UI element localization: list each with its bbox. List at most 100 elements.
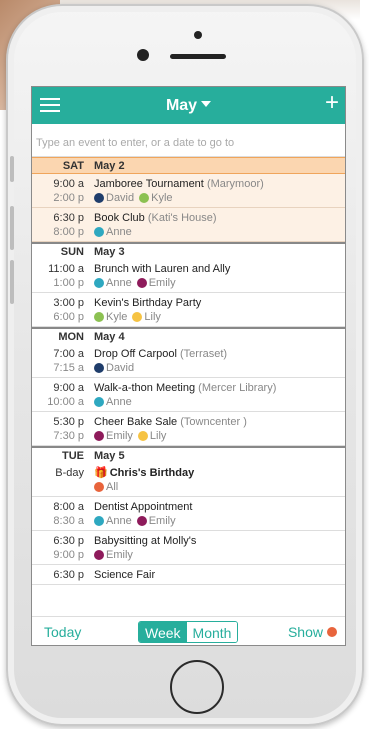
month-selector[interactable]: May [32, 97, 345, 115]
header-bar: May + [32, 87, 345, 124]
attendee-color-dot [137, 431, 148, 441]
attendee: David [94, 361, 134, 375]
attendee: Lily [132, 310, 161, 324]
mute-switch [10, 156, 14, 182]
attendee-list: Anne Emily [94, 276, 230, 290]
event-start-time: 8:00 a [53, 501, 84, 513]
attendee-name: Emily [106, 430, 133, 442]
add-event-icon[interactable]: + [325, 91, 339, 115]
event-end-time: 9:00 p [53, 549, 84, 561]
attendee-list: David Kyle [94, 191, 264, 205]
event-row[interactable]: 11:00 a 1:00 p Brunch with Lauren and Ally… [32, 259, 345, 293]
attendee-list: Emily [94, 548, 196, 562]
event-times: 9:00 a 2:00 p [32, 177, 84, 205]
event-row[interactable]: 6:30 p Science Fair [32, 565, 345, 585]
event-body: Book Club (Kati's House) Anne [94, 211, 217, 239]
event-row[interactable]: B-day 🎁 Chris's Birthday All [32, 463, 345, 497]
volume-down-button [10, 260, 14, 304]
chevron-down-icon [201, 101, 212, 107]
attendee-name: David [106, 362, 135, 374]
week-view-button[interactable]: Week [139, 622, 187, 642]
event-start-time: 6:30 p [53, 212, 84, 224]
event-title: Science Fair [94, 569, 156, 581]
show-label: Show [287, 624, 323, 640]
event-title-line: Cheer Bake Sale (Towncenter ) [94, 415, 247, 429]
event-times: 7:00 a 7:15 a [32, 347, 84, 375]
event-title: Brunch with Lauren and Ally [94, 263, 231, 275]
attendee-color-dot [94, 431, 104, 441]
attendee-name: Anne [106, 396, 132, 408]
attendee-color-dot [94, 363, 104, 373]
day-date: May 3 [94, 245, 125, 258]
event-start-time: 6:30 p [53, 569, 84, 581]
event-location: (Terraset) [180, 348, 228, 360]
event-end-time: 8:00 p [53, 226, 84, 238]
attendee-color-dot [94, 397, 104, 407]
attendee: Anne [94, 395, 132, 409]
event-times: B-day [32, 466, 84, 494]
event-title-line: Dentist Appointment [94, 500, 192, 514]
month-view-button[interactable]: Month [186, 622, 238, 642]
filter-color-dot [327, 627, 337, 637]
event-times: 6:30 p 8:00 p [32, 211, 84, 239]
volume-up-button [10, 206, 14, 250]
event-end-time: 6:00 p [53, 311, 84, 323]
event-start-time: 6:30 p [53, 535, 84, 547]
today-button[interactable]: Today [44, 624, 81, 640]
attendee: Emily [136, 514, 176, 528]
attendee-name: Kyle [106, 311, 128, 323]
event-start-time: 3:00 p [53, 297, 84, 309]
event-end-time: 7:30 p [53, 430, 84, 442]
attendee-list: Emily Lily [94, 429, 247, 443]
event-row[interactable]: 3:00 p 6:00 p Kevin's Birthday Party Kyle L… [32, 293, 345, 327]
event-start-time: B-day [55, 467, 84, 479]
day-header: TUE May 5 [32, 446, 345, 463]
attendee-color-dot [94, 550, 104, 560]
attendee: Anne [94, 514, 132, 528]
event-search-input[interactable] [36, 137, 341, 149]
event-location: (Kati's House) [147, 212, 217, 224]
event-row[interactable]: 6:30 p 9:00 p Babysitting at Molly's Emily [32, 531, 345, 565]
event-location: (Towncenter ) [180, 416, 247, 428]
event-title: Kevin's Birthday Party [94, 297, 202, 309]
event-start-time: 9:00 a [53, 178, 84, 190]
search-bar [32, 124, 345, 157]
day-name: MON [58, 330, 84, 343]
month-title: May [165, 97, 198, 114]
attendee-list: Anne [94, 395, 276, 409]
attendee-list: David [94, 361, 227, 375]
event-row[interactable]: 9:00 a 2:00 p Jamboree Tournament (Marymoo… [32, 174, 345, 208]
attendee: Anne [94, 225, 132, 239]
event-end-time: 8:30 a [53, 515, 84, 527]
attendee-name: Anne [106, 515, 132, 527]
event-title-line: Babysitting at Molly's [94, 534, 196, 548]
attendee-color-dot [94, 278, 104, 288]
event-title: Cheer Bake Sale [94, 416, 178, 428]
proximity-sensor [194, 31, 202, 39]
home-button[interactable] [170, 660, 224, 714]
attendee-list: Anne Emily [94, 514, 192, 528]
event-row[interactable]: 6:30 p 8:00 p Book Club (Kati's House) Anne [32, 208, 345, 242]
gift-icon: 🎁 [94, 467, 108, 479]
attendee-name: Kyle [151, 192, 173, 204]
show-filter-button[interactable]: Show [288, 624, 337, 640]
event-title: Drop Off Carpool [94, 348, 177, 360]
attendee-color-dot [94, 193, 104, 203]
attendee-color-dot [136, 516, 147, 526]
attendee-color-dot [94, 516, 104, 526]
view-toggle: Week Month [138, 621, 239, 643]
event-body: Cheer Bake Sale (Towncenter ) Emily Lily [94, 415, 247, 443]
event-start-time: 11:00 a [48, 263, 84, 275]
event-row[interactable]: 7:00 a 7:15 a Drop Off Carpool (Terraset) D… [32, 344, 345, 378]
event-title: Jamboree Tournament [94, 178, 204, 190]
event-end-time: 7:15 a [53, 362, 84, 374]
event-location: (Marymoor) [206, 178, 264, 190]
event-row[interactable]: 5:30 p 7:30 p Cheer Bake Sale (Towncenter … [32, 412, 345, 446]
event-body: Brunch with Lauren and Ally Anne Emily [94, 262, 230, 290]
event-title-line: Science Fair [94, 568, 155, 582]
event-row[interactable]: 9:00 a 10:00 a Walk-a-thon Meeting (Mercer… [32, 378, 345, 412]
agenda-list: SAT May 2 9:00 a 2:00 p Jamboree Tournament … [32, 157, 345, 585]
event-times: 6:30 p [32, 568, 84, 582]
attendee-color-dot [139, 193, 150, 203]
event-row[interactable]: 8:00 a 8:30 a Dentist Appointment Anne Emil… [32, 497, 345, 531]
